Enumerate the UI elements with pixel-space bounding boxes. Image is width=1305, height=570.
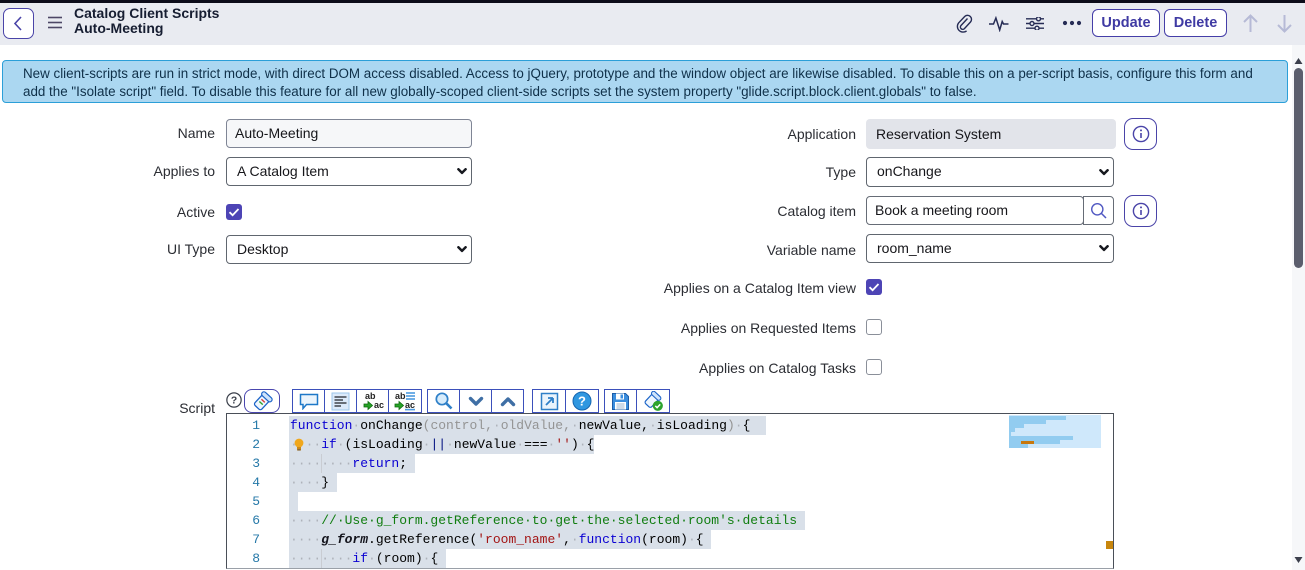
- svg-text:?: ?: [231, 396, 237, 407]
- svg-text:?: ?: [578, 394, 586, 409]
- svg-text:ac: ac: [405, 400, 415, 410]
- svg-text:ac: ac: [374, 400, 384, 410]
